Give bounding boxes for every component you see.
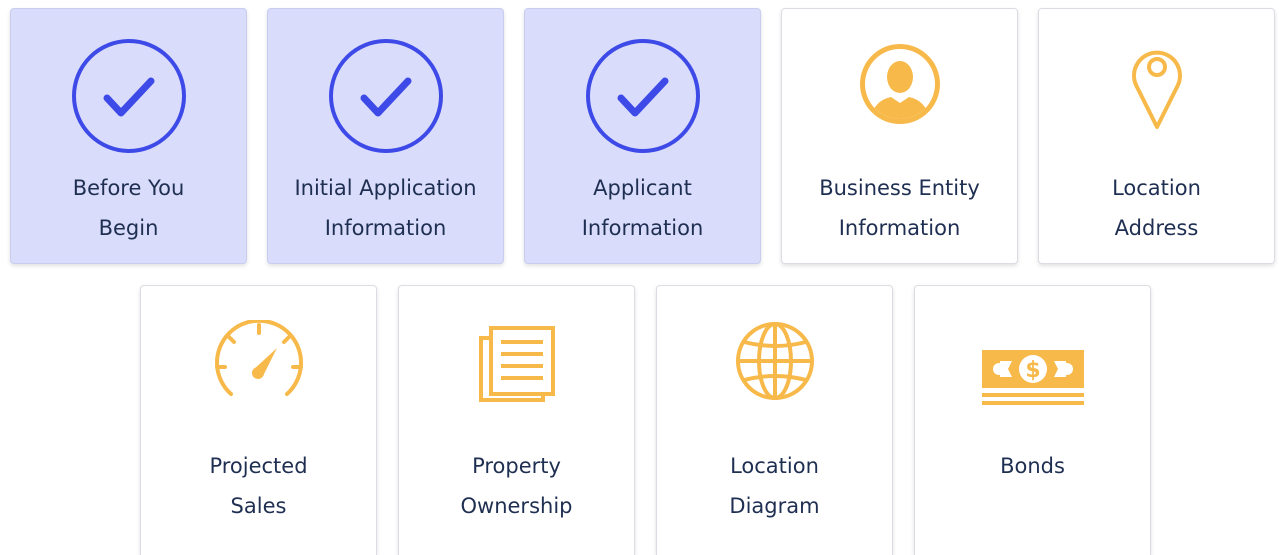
step-label: Projected Sales [209, 454, 308, 518]
step-label: Applicant Information [581, 176, 704, 240]
step-label: Initial Application Information [294, 176, 477, 240]
step-label: Location Address [1112, 176, 1201, 240]
step-card-bonds[interactable]: $ Bonds [914, 285, 1151, 555]
globe-icon [735, 322, 814, 400]
step-card-before-you-begin[interactable]: Before You Begin [10, 8, 247, 264]
step-card-location-diagram[interactable]: Location Diagram [656, 285, 893, 555]
speedometer-icon [214, 320, 303, 396]
map-pin-icon [1131, 50, 1182, 129]
step-card-business-entity-information[interactable]: Business Entity Information [781, 8, 1018, 264]
money-bill-icon: $ [981, 350, 1084, 405]
step-label: Bonds [1000, 454, 1065, 478]
person-avatar-icon [859, 44, 940, 124]
svg-text:$: $ [1025, 358, 1040, 383]
check-circle-icon [328, 39, 443, 153]
check-circle-icon [585, 39, 700, 153]
check-circle-icon [71, 39, 186, 153]
step-card-initial-application-information[interactable]: Initial Application Information [267, 8, 504, 264]
steps-row-1: Before You Begin Initial Application Inf… [10, 8, 1275, 264]
steps-row-2: Projected Sales Property Ownership Locat… [140, 285, 1151, 555]
document-icon [478, 326, 555, 402]
step-label: Property Ownership [460, 454, 573, 518]
step-card-property-ownership[interactable]: Property Ownership [398, 285, 635, 555]
step-card-applicant-information[interactable]: Applicant Information [524, 8, 761, 264]
step-label: Location Diagram [729, 454, 820, 518]
step-label: Before You Begin [72, 176, 185, 240]
step-card-projected-sales[interactable]: Projected Sales [140, 285, 377, 555]
step-label: Business Entity Information [819, 176, 980, 240]
step-card-location-address[interactable]: Location Address [1038, 8, 1275, 264]
